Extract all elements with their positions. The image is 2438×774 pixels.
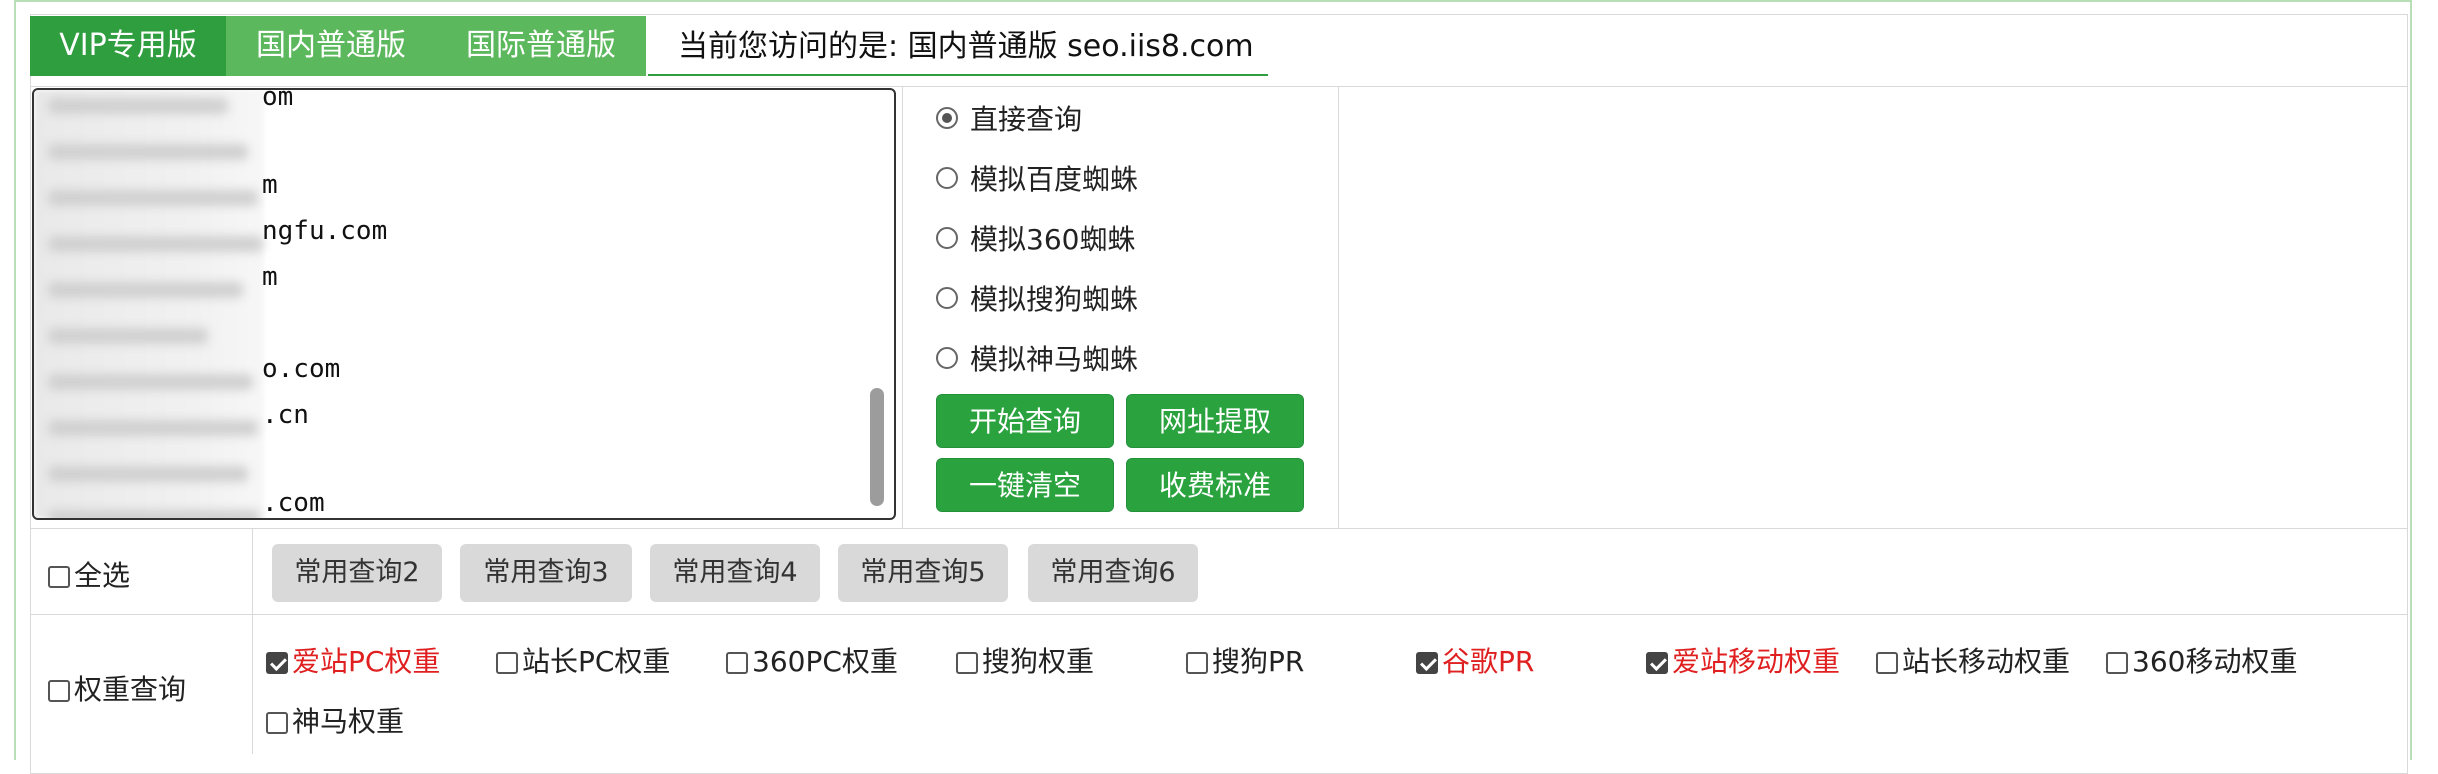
url-line: om bbox=[262, 88, 294, 112]
radio-label: 模拟搜狗蜘蛛 bbox=[970, 283, 1139, 316]
weight-zhanzhang-mobile[interactable]: 站长移动权重 bbox=[1876, 640, 2070, 680]
weight-query-label: 权重查询 bbox=[74, 673, 187, 706]
common-query-6-button[interactable]: 常用查询6 bbox=[1028, 544, 1198, 602]
weight-google-pr[interactable]: 谷歌PR bbox=[1416, 640, 1534, 680]
divider bbox=[1338, 86, 1339, 528]
common-query-4-button[interactable]: 常用查询4 bbox=[650, 544, 820, 602]
radio-label: 模拟百度蜘蛛 bbox=[970, 163, 1139, 196]
checkbox-icon[interactable] bbox=[266, 652, 288, 674]
select-all-checkbox[interactable]: 全选 bbox=[48, 554, 130, 594]
weight-sogou[interactable]: 搜狗权重 bbox=[956, 640, 1094, 680]
url-line: ngfu.com bbox=[262, 216, 388, 246]
url-line: .com bbox=[262, 488, 325, 518]
radio-icon[interactable] bbox=[936, 227, 958, 249]
divider bbox=[30, 528, 2408, 529]
divider bbox=[30, 86, 2408, 87]
checkbox-icon[interactable] bbox=[496, 652, 518, 674]
radio-icon[interactable] bbox=[936, 347, 958, 369]
checkbox-icon[interactable] bbox=[1416, 652, 1438, 674]
clear-all-button[interactable]: 一键清空 bbox=[936, 458, 1114, 512]
radio-shenma-spider[interactable]: 模拟神马蜘蛛 bbox=[936, 338, 1138, 378]
select-all-label: 全选 bbox=[74, 559, 131, 592]
common-query-3-button[interactable]: 常用查询3 bbox=[460, 544, 632, 602]
extract-url-button[interactable]: 网址提取 bbox=[1126, 394, 1304, 448]
checkbox-icon[interactable] bbox=[1186, 652, 1208, 674]
checkbox-icon[interactable] bbox=[1646, 652, 1668, 674]
radio-icon[interactable] bbox=[936, 287, 958, 309]
weight-360-mobile[interactable]: 360移动权重 bbox=[2106, 640, 2297, 680]
checkbox-icon[interactable] bbox=[1876, 652, 1898, 674]
radio-sogou-spider[interactable]: 模拟搜狗蜘蛛 bbox=[936, 278, 1138, 318]
weight-zhanzhang-pc[interactable]: 站长PC权重 bbox=[496, 640, 670, 680]
weight-360-pc[interactable]: 360PC权重 bbox=[726, 640, 898, 680]
radio-label: 模拟神马蜘蛛 bbox=[970, 343, 1139, 376]
checkbox-icon[interactable] bbox=[2106, 652, 2128, 674]
tab-international[interactable]: 国际普通版 bbox=[436, 16, 646, 76]
url-line: .cn bbox=[262, 400, 309, 430]
tab-domestic[interactable]: 国内普通版 bbox=[226, 16, 436, 76]
current-visit-text: 当前您访问的是: 国内普通版 seo.iis8.com bbox=[648, 16, 1268, 76]
radio-direct-query[interactable]: 直接查询 bbox=[936, 98, 1082, 138]
radio-label: 模拟360蜘蛛 bbox=[970, 223, 1136, 256]
checkbox-icon[interactable] bbox=[266, 712, 288, 734]
checkbox-icon[interactable] bbox=[726, 652, 748, 674]
radio-label: 直接查询 bbox=[970, 103, 1083, 136]
radio-360-spider[interactable]: 模拟360蜘蛛 bbox=[936, 218, 1135, 258]
radio-baidu-spider[interactable]: 模拟百度蜘蛛 bbox=[936, 158, 1138, 198]
version-tabs: VIP专用版 国内普通版 国际普通版 bbox=[30, 16, 646, 76]
divider bbox=[30, 614, 2408, 615]
url-line: m bbox=[262, 170, 278, 200]
textarea-scrollbar[interactable] bbox=[870, 388, 884, 506]
url-line: m bbox=[262, 262, 278, 292]
weight-query-checkbox[interactable]: 权重查询 bbox=[48, 668, 186, 708]
start-query-button[interactable]: 开始查询 bbox=[936, 394, 1114, 448]
weight-shenma[interactable]: 神马权重 bbox=[266, 700, 404, 740]
divider bbox=[902, 86, 903, 528]
weight-sogou-pr[interactable]: 搜狗PR bbox=[1186, 640, 1304, 680]
url-line: o.com bbox=[262, 354, 341, 384]
pricing-button[interactable]: 收费标准 bbox=[1126, 458, 1304, 512]
common-query-2-button[interactable]: 常用查询2 bbox=[272, 544, 442, 602]
tab-vip[interactable]: VIP专用版 bbox=[30, 16, 226, 76]
checkbox-icon[interactable] bbox=[956, 652, 978, 674]
radio-icon[interactable] bbox=[936, 107, 958, 129]
checkbox-icon[interactable] bbox=[48, 680, 70, 702]
divider bbox=[252, 528, 253, 754]
common-query-5-button[interactable]: 常用查询5 bbox=[838, 544, 1008, 602]
radio-icon[interactable] bbox=[936, 167, 958, 189]
url-textarea[interactable]: om m ngfu.com m o.com .cn .com bbox=[32, 88, 896, 520]
weight-aizhan-mobile[interactable]: 爱站移动权重 bbox=[1646, 640, 1840, 680]
weight-aizhan-pc[interactable]: 爱站PC权重 bbox=[266, 640, 440, 680]
checkbox-icon[interactable] bbox=[48, 566, 70, 588]
